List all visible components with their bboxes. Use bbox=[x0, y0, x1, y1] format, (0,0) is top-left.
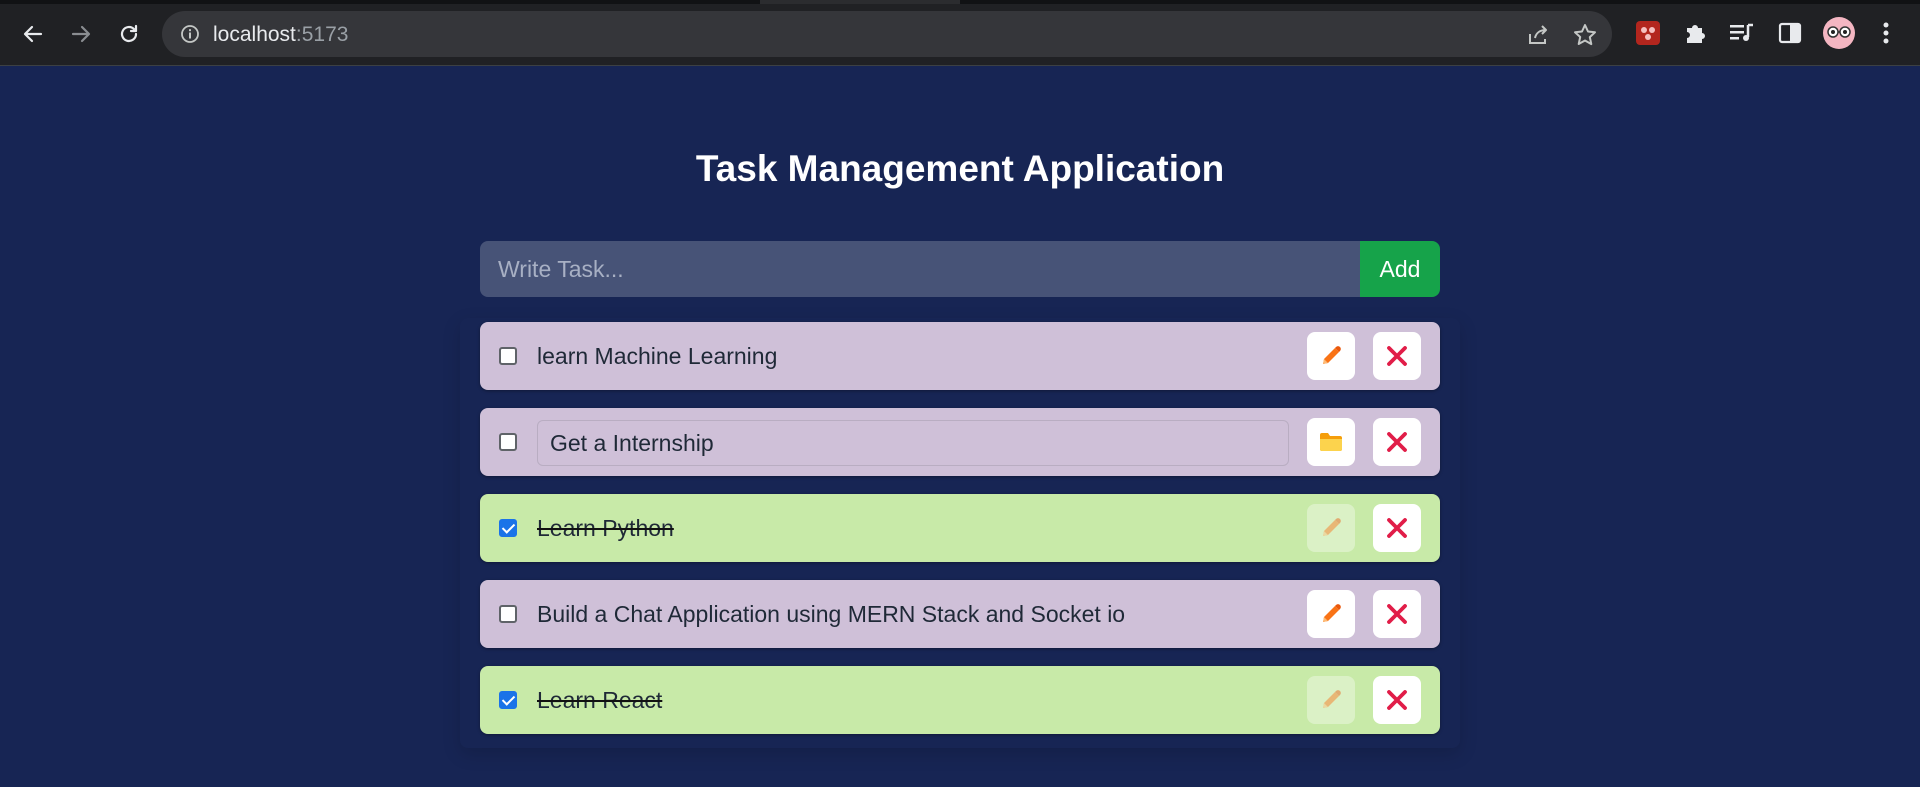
task-checkbox[interactable] bbox=[499, 519, 517, 537]
delete-button[interactable] bbox=[1373, 590, 1421, 638]
x-icon bbox=[1387, 690, 1407, 710]
task-text: Build a Chat Application using MERN Stac… bbox=[537, 601, 1126, 627]
add-task-form: Add bbox=[480, 241, 1440, 297]
task-edit-input[interactable] bbox=[537, 420, 1289, 466]
address-bar[interactable]: localhost:5173 bbox=[162, 11, 1612, 57]
x-icon bbox=[1387, 346, 1407, 366]
task-item: Learn Python bbox=[480, 494, 1440, 562]
url-port: :5173 bbox=[295, 23, 349, 46]
kebab-menu-icon[interactable] bbox=[1871, 18, 1901, 48]
edit-button[interactable] bbox=[1307, 504, 1355, 552]
arrow-right-icon bbox=[71, 25, 91, 43]
task-item: learn Machine Learning bbox=[480, 322, 1440, 390]
arrow-left-icon bbox=[23, 25, 43, 43]
task-text: learn Machine Learning bbox=[537, 343, 778, 369]
x-icon bbox=[1387, 604, 1407, 624]
back-button[interactable] bbox=[15, 16, 51, 52]
delete-button[interactable] bbox=[1373, 676, 1421, 724]
tab-strip-edge bbox=[0, 0, 1920, 4]
x-icon bbox=[1387, 432, 1407, 452]
task-text: Learn React bbox=[537, 687, 663, 713]
media-queue-icon[interactable] bbox=[1727, 18, 1757, 48]
x-icon bbox=[1387, 518, 1407, 538]
edit-button[interactable] bbox=[1307, 676, 1355, 724]
task-checkbox[interactable] bbox=[499, 347, 517, 365]
url-host: localhost bbox=[213, 23, 296, 46]
delete-button[interactable] bbox=[1373, 418, 1421, 466]
task-checkbox[interactable] bbox=[499, 691, 517, 709]
task-item: Learn React bbox=[480, 666, 1440, 734]
delete-button[interactable] bbox=[1373, 504, 1421, 552]
reload-icon bbox=[120, 24, 138, 43]
task-input[interactable] bbox=[480, 241, 1360, 297]
pencil-icon bbox=[1323, 346, 1341, 364]
page-title: Task Management Application bbox=[695, 148, 1225, 189]
delete-button[interactable] bbox=[1373, 332, 1421, 380]
task-text: Learn Python bbox=[537, 515, 674, 541]
add-button[interactable]: Add bbox=[1360, 241, 1440, 297]
folder-icon bbox=[1320, 433, 1342, 451]
bookmark-star-icon[interactable] bbox=[1572, 22, 1598, 48]
task-checkbox[interactable] bbox=[499, 433, 517, 451]
edit-button[interactable] bbox=[1307, 332, 1355, 380]
reload-button[interactable] bbox=[111, 16, 147, 52]
profile-avatar[interactable] bbox=[1822, 16, 1856, 50]
task-item bbox=[480, 408, 1440, 476]
share-icon[interactable] bbox=[1525, 22, 1551, 48]
side-panel-icon[interactable] bbox=[1775, 18, 1805, 48]
forward-button[interactable] bbox=[63, 16, 99, 52]
extension-icon[interactable] bbox=[1633, 18, 1663, 48]
pencil-icon bbox=[1323, 518, 1341, 536]
save-button[interactable] bbox=[1307, 418, 1355, 466]
edit-button[interactable] bbox=[1307, 590, 1355, 638]
pencil-icon bbox=[1323, 604, 1341, 622]
url-text: localhost:5173 bbox=[213, 23, 348, 47]
task-item: Build a Chat Application using MERN Stac… bbox=[480, 580, 1440, 648]
task-checkbox[interactable] bbox=[499, 605, 517, 623]
puzzle-icon[interactable] bbox=[1680, 18, 1710, 48]
pencil-icon bbox=[1323, 690, 1341, 708]
browser-toolbar: localhost:5173 bbox=[0, 0, 1920, 66]
site-info-icon[interactable] bbox=[180, 24, 200, 49]
